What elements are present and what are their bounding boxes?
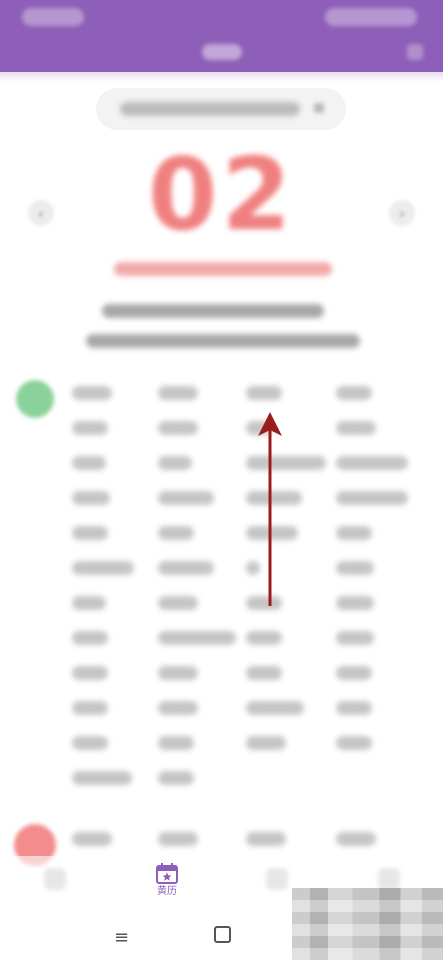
activity-item — [72, 421, 108, 435]
activity-item — [72, 631, 108, 645]
info-line-2 — [86, 334, 360, 348]
activity-item — [246, 561, 260, 575]
nav-tab-almanac-label: 黄历 — [157, 886, 177, 897]
activity-item — [336, 666, 372, 680]
activity-item — [72, 456, 106, 470]
nav-tab-3[interactable] — [266, 868, 288, 890]
avoid-item — [336, 832, 376, 846]
activity-item — [246, 456, 326, 470]
activity-item — [246, 666, 282, 680]
activity-item — [158, 456, 192, 470]
activity-item — [158, 596, 198, 610]
activity-item — [336, 631, 374, 645]
activity-item — [72, 771, 132, 785]
activity-item — [246, 596, 282, 610]
activity-item — [72, 386, 112, 400]
avoid-item — [246, 832, 286, 846]
activity-item — [336, 386, 372, 400]
activity-item — [336, 456, 408, 470]
header-shadow — [0, 72, 443, 82]
activity-item — [158, 736, 194, 750]
activity-item — [336, 596, 374, 610]
chevron-down-icon — [314, 103, 324, 113]
activity-item — [158, 631, 236, 645]
status-bar-right — [325, 8, 417, 26]
status-bar-left — [22, 8, 84, 26]
activity-item — [158, 666, 198, 680]
date-selector-text — [120, 102, 300, 116]
activity-item — [336, 421, 376, 435]
suitable-badge — [16, 380, 54, 418]
activity-item — [158, 701, 198, 715]
activity-item — [158, 386, 198, 400]
activity-item — [246, 386, 282, 400]
activity-item — [158, 771, 194, 785]
header-action-icon[interactable] — [407, 44, 423, 60]
pixelated-overlay — [292, 888, 443, 960]
day-number: 02 — [147, 136, 296, 253]
activity-item — [72, 491, 110, 505]
nav-tab-4[interactable] — [378, 868, 400, 890]
header-title — [201, 44, 242, 60]
activity-item — [246, 491, 302, 505]
activity-item — [246, 701, 304, 715]
next-day-button[interactable]: › — [389, 200, 415, 226]
nav-tab-almanac[interactable]: 黄历 — [150, 862, 184, 898]
activity-item — [246, 631, 282, 645]
activity-item — [246, 421, 272, 435]
activity-item — [336, 736, 372, 750]
activity-item — [72, 666, 108, 680]
activity-item — [158, 421, 198, 435]
activity-item — [72, 596, 106, 610]
system-home-button[interactable] — [214, 926, 231, 943]
activity-item — [336, 526, 372, 540]
activity-item — [72, 736, 108, 750]
avoid-item — [158, 832, 198, 846]
lunar-date-line — [114, 262, 332, 276]
activity-item — [336, 491, 408, 505]
previous-day-button[interactable]: ‹ — [28, 200, 54, 226]
activity-item — [336, 561, 374, 575]
nav-tab-1[interactable] — [44, 868, 66, 890]
activity-item — [158, 491, 214, 505]
app-header — [0, 0, 443, 72]
activity-item — [246, 736, 286, 750]
activity-item — [336, 701, 372, 715]
activity-item — [246, 526, 298, 540]
activity-item — [72, 561, 134, 575]
date-selector[interactable] — [96, 88, 346, 130]
activity-item — [158, 561, 214, 575]
info-line-1 — [102, 304, 324, 318]
activity-item — [72, 526, 108, 540]
avoid-item — [72, 832, 112, 846]
activity-item — [158, 526, 194, 540]
system-menu-button[interactable]: ≡ — [114, 927, 129, 948]
activity-item — [72, 701, 108, 715]
calendar-star-icon — [155, 862, 179, 884]
